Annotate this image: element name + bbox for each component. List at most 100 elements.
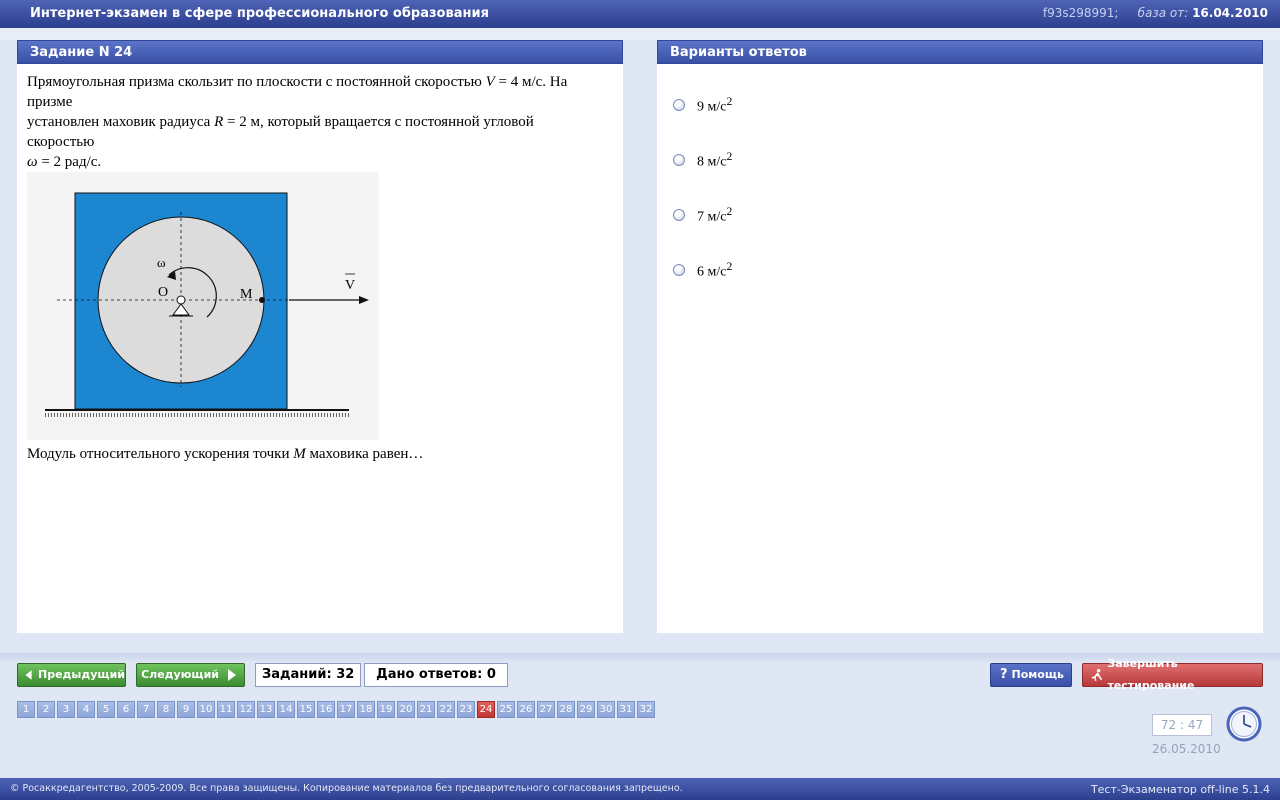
page-button-4[interactable]: 4 [77,701,95,718]
answer-unit: м/с [707,209,727,225]
answer-value: 9 [697,99,704,115]
base-date: 16.04.2010 [1192,6,1268,20]
answers-title: Варианты ответов [657,40,1263,64]
page-button-22[interactable]: 22 [437,701,455,718]
arrow-right-icon [228,669,236,681]
page-button-27[interactable]: 27 [537,701,555,718]
page-button-13[interactable]: 13 [257,701,275,718]
page-button-24[interactable]: 24 [477,701,495,718]
finish-button[interactable]: Завершить тестирование [1082,657,1263,692]
page-button-12[interactable]: 12 [237,701,255,718]
answer-option-1[interactable]: 9 м/с2 [673,95,732,116]
previous-label: Предыдущий [37,668,125,681]
answer-unit: м/с [707,264,727,280]
answer-exp: 2 [726,205,733,218]
point-o [176,295,186,305]
answer-option-4[interactable]: 6 м/с2 [673,260,732,281]
previous-button[interactable]: Предыдущий [17,663,126,687]
page-button-25[interactable]: 25 [497,701,515,718]
page-button-7[interactable]: 7 [137,701,155,718]
label-v: V [345,278,355,293]
page-button-18[interactable]: 18 [357,701,375,718]
var-r: R [214,114,224,130]
task-panel: Задание N 24 Прямоугольная призма скольз… [17,40,623,633]
page-button-31[interactable]: 31 [617,701,635,718]
page-navigator: 1 2 3 4 5 6 7 8 9 10 11 12 13 14 15 16 17 18 19 20 21 22 23 24 2… [17,701,657,718]
page-button-3[interactable]: 3 [57,701,75,718]
page-button-16[interactable]: 16 [317,701,335,718]
timer-display: 72 : 47 [1152,714,1212,736]
answer-value: 8 [697,154,704,170]
finish-label: Завершить тестирование [1107,657,1195,692]
task-line-3-val: = 2 м, который вращается с постоянной уг… [223,114,534,130]
question-text: Модуль относительного ускорения точки M … [17,440,623,468]
answer-option-3[interactable]: 7 м/с2 [673,205,732,226]
page-button-21[interactable]: 21 [417,701,435,718]
clock-icon [1226,706,1262,742]
help-button[interactable]: ? Помощь [990,663,1072,687]
task-line-4: скоростью [27,134,95,150]
task-figure: ω O M V [27,172,379,440]
session-code: f93s298991; [1042,6,1119,20]
var-omega: ω [27,154,38,170]
page-button-6[interactable]: 6 [117,701,135,718]
radio-button[interactable] [673,99,685,112]
answer-exp: 2 [726,150,733,163]
var-m: M [293,446,306,462]
point-m [259,297,265,303]
var-v: V [485,74,495,90]
page-button-14[interactable]: 14 [277,701,295,718]
running-man-icon [1091,668,1103,681]
app-version: Тест-Экзаменатор off-line 5.1.4 [1090,783,1270,796]
task-line-1-val: = 4 м/с. На [494,74,568,90]
help-label: Помощь [1011,668,1064,681]
page-button-11[interactable]: 11 [217,701,235,718]
task-text: Прямоугольная призма скользит по плоскос… [17,64,623,172]
question-icon: ? [1000,667,1008,682]
page-button-2[interactable]: 2 [37,701,55,718]
page-button-28[interactable]: 28 [557,701,575,718]
page-button-8[interactable]: 8 [157,701,175,718]
label-m: M [240,287,253,302]
page-button-5[interactable]: 5 [97,701,115,718]
page-button-23[interactable]: 23 [457,701,475,718]
app-title: Интернет-экзамен в сфере профессионально… [30,6,489,21]
page-button-17[interactable]: 17 [337,701,355,718]
header-info: f93s298991; база от: 16.04.2010 [1043,6,1268,20]
tasks-count: Заданий: 32 [255,663,362,687]
question-lead: Модуль относительного ускорения точки [27,446,290,462]
page-button-15[interactable]: 15 [297,701,315,718]
task-line-5-val: = 2 рад/с. [37,154,102,170]
header-band [0,28,1280,40]
answer-option-2[interactable]: 8 м/с2 [673,150,732,171]
page-button-26[interactable]: 26 [517,701,535,718]
answer-label: 8 м/с2 [697,150,732,171]
page-button-19[interactable]: 19 [377,701,395,718]
label-o: O [158,285,168,300]
current-date: 26.05.2010 [1152,742,1221,756]
answer-label: 6 м/с2 [697,260,732,281]
title-bar: Интернет-экзамен в сфере профессионально… [0,0,1280,28]
next-label: Следующий [141,668,219,681]
page-button-9[interactable]: 9 [177,701,195,718]
radio-button[interactable] [673,209,685,222]
next-button[interactable]: Следующий [136,663,245,687]
radio-button[interactable] [673,154,685,167]
answer-unit: м/с [707,154,727,170]
page-button-30[interactable]: 30 [597,701,615,718]
page-button-29[interactable]: 29 [577,701,595,718]
answer-label: 9 м/с2 [697,95,732,116]
page-button-10[interactable]: 10 [197,701,215,718]
task-title: Задание N 24 [17,40,623,64]
footer: © Росаккредагентство, 2005-2009. Все пра… [0,778,1280,800]
radio-button[interactable] [673,264,685,277]
answer-exp: 2 [726,95,733,108]
arrow-left-icon [25,670,32,680]
answer-unit: м/с [707,99,727,115]
page-button-20[interactable]: 20 [397,701,415,718]
question-tail: маховика равен… [305,446,424,462]
base-label: база от: [1137,6,1189,20]
page-button-1[interactable]: 1 [17,701,35,718]
page-button-32[interactable]: 32 [637,701,655,718]
answer-exp: 2 [726,260,733,273]
